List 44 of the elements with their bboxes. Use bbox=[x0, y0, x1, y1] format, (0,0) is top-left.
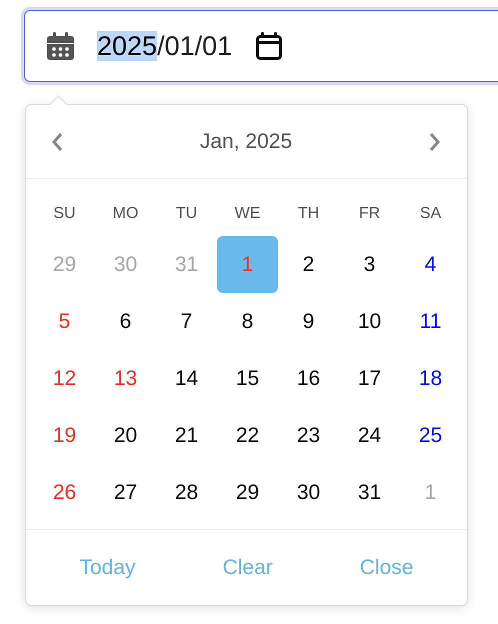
day-cell[interactable]: 14 bbox=[156, 350, 217, 407]
day-cell[interactable]: 21 bbox=[156, 407, 217, 464]
month-title: Jan, 2025 bbox=[200, 130, 292, 154]
day-cell[interactable]: 16 bbox=[278, 350, 339, 407]
day-cell[interactable]: 2 bbox=[278, 236, 339, 293]
calendar-icon[interactable] bbox=[256, 32, 282, 60]
day-cell[interactable]: 15 bbox=[217, 350, 278, 407]
weekday-label: SA bbox=[420, 205, 442, 222]
weekday-label: TH bbox=[298, 205, 320, 222]
day-cell[interactable]: 28 bbox=[156, 464, 217, 521]
day-cell[interactable]: 3 bbox=[339, 236, 400, 293]
weekday-label: WE bbox=[234, 205, 260, 222]
day-cell[interactable]: 27 bbox=[95, 464, 156, 521]
day-cell[interactable]: 25 bbox=[400, 407, 461, 464]
day-cell[interactable]: 18 bbox=[400, 350, 461, 407]
day-cell[interactable]: 11 bbox=[400, 293, 461, 350]
day-cell[interactable]: 7 bbox=[156, 293, 217, 350]
day-cell[interactable]: 10 bbox=[339, 293, 400, 350]
weekday-label: TU bbox=[176, 205, 198, 222]
day-cell[interactable]: 17 bbox=[339, 350, 400, 407]
calendar-icon bbox=[47, 32, 74, 60]
day-cell[interactable]: 19 bbox=[34, 407, 95, 464]
date-value: 2025/01/01 bbox=[97, 30, 232, 62]
day-cell[interactable]: 6 bbox=[95, 293, 156, 350]
day-cell[interactable]: 9 bbox=[278, 293, 339, 350]
day-cell[interactable]: 4 bbox=[400, 236, 461, 293]
weekday-label: SU bbox=[53, 205, 76, 222]
day-cell[interactable]: 23 bbox=[278, 407, 339, 464]
day-cell[interactable]: 13 bbox=[95, 350, 156, 407]
day-cell[interactable]: 20 bbox=[95, 407, 156, 464]
weekday-label: FR bbox=[358, 205, 380, 222]
date-field[interactable]: 2025/01/01 bbox=[24, 10, 498, 82]
day-cell[interactable]: 30 bbox=[278, 464, 339, 521]
day-cell[interactable]: 22 bbox=[217, 407, 278, 464]
day-cell[interactable]: 8 bbox=[217, 293, 278, 350]
day-cell[interactable]: 24 bbox=[339, 407, 400, 464]
day-cell[interactable]: 29 bbox=[217, 464, 278, 521]
day-cell[interactable]: 26 bbox=[34, 464, 95, 521]
day-cell[interactable]: 5 bbox=[34, 293, 95, 350]
chevron-left-icon[interactable] bbox=[51, 132, 63, 152]
day-cell[interactable]: 12 bbox=[34, 350, 95, 407]
weekday-label: MO bbox=[112, 205, 138, 222]
chevron-right-icon[interactable] bbox=[429, 132, 441, 152]
day-cell[interactable]: 31 bbox=[339, 464, 400, 521]
